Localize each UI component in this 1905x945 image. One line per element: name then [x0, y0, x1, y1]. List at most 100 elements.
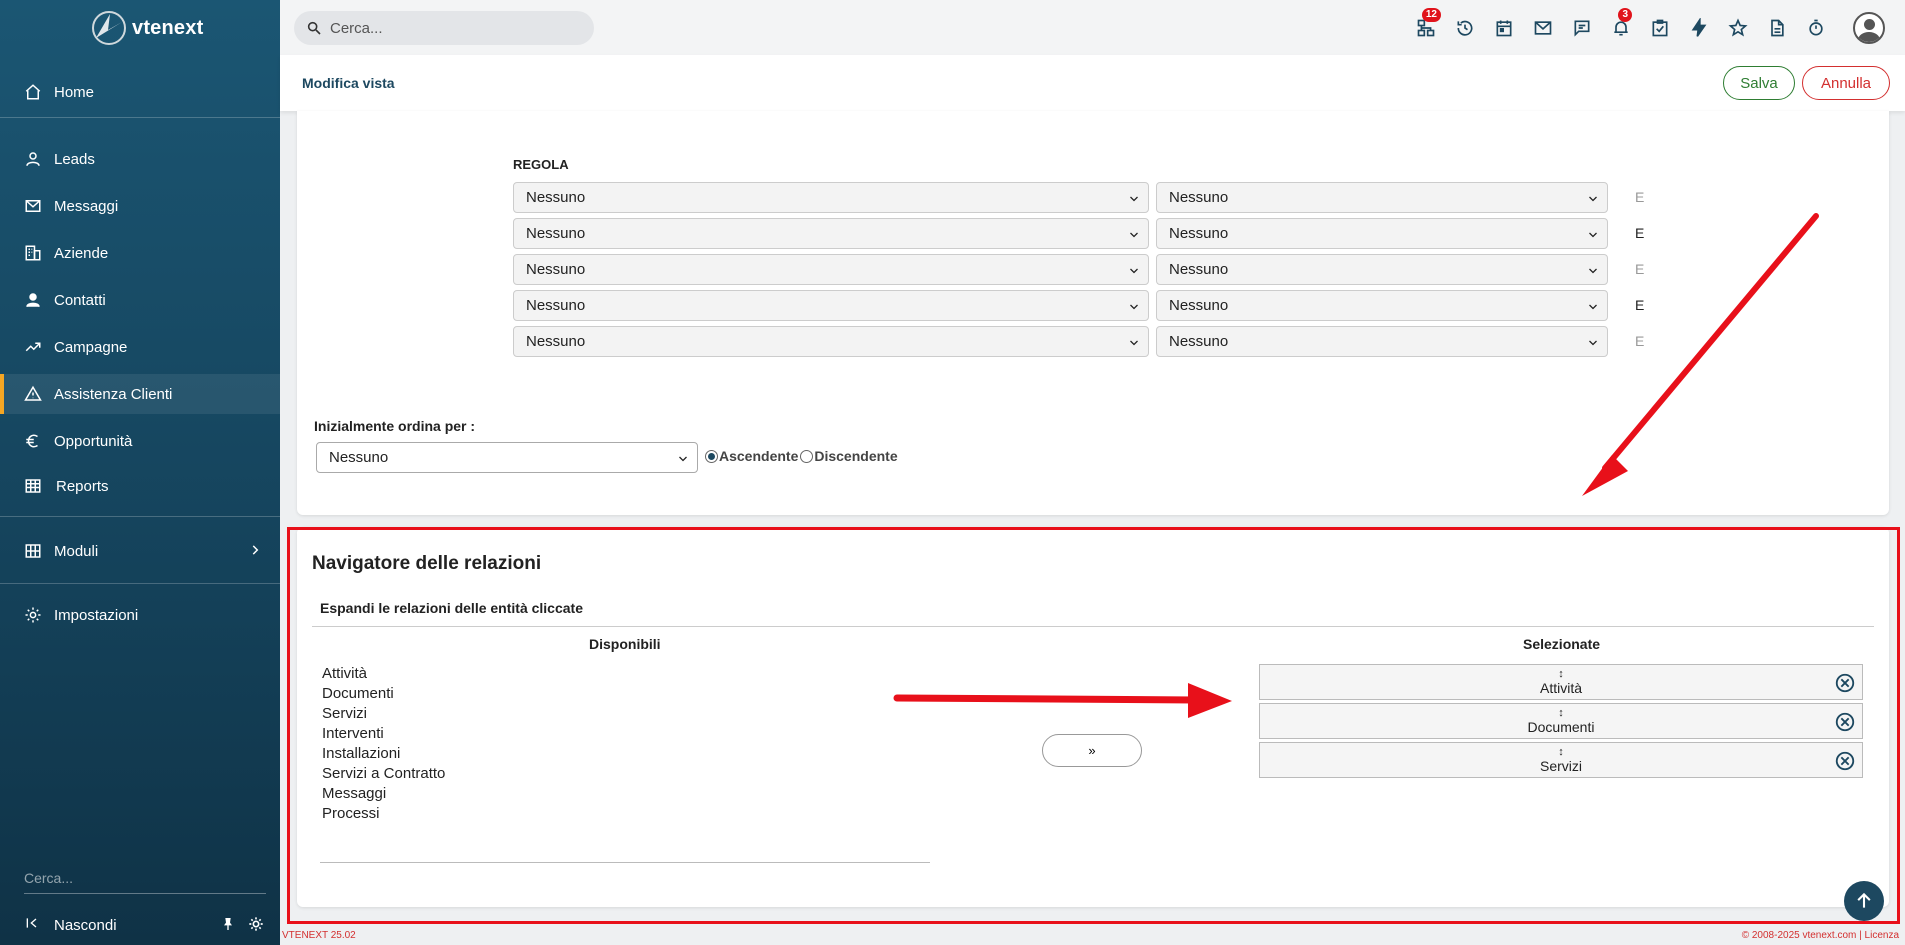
descending-radio[interactable] — [800, 449, 814, 463]
calendar-icon — [1496, 20, 1511, 36]
ascending-radio[interactable] — [705, 449, 718, 463]
rules-heading: REGOLA — [513, 157, 569, 172]
rule-field-select[interactable]: Nessuno — [513, 290, 1149, 321]
sidebar-item-label: Contatti — [54, 291, 106, 309]
quick-actions-button[interactable] — [1679, 0, 1718, 55]
topbar: Cerca... 12 3 — [280, 0, 1905, 55]
sidebar-item-label: Campagne — [54, 338, 128, 356]
rule-field-select[interactable]: Nessuno — [513, 326, 1149, 357]
tasks-button[interactable] — [1640, 0, 1679, 55]
trend-icon — [24, 338, 42, 356]
sidebar: vtenext Home Leads Messaggi Aziende Cont… — [0, 0, 280, 945]
chevron-down-icon — [1128, 300, 1140, 317]
euro-icon — [24, 432, 42, 450]
rule-conjunction[interactable]: E — [1635, 297, 1644, 313]
documents-button[interactable] — [1757, 0, 1796, 55]
contact-icon — [24, 291, 42, 309]
chevron-down-icon — [1128, 264, 1140, 281]
annotation-highlight-box — [287, 527, 1900, 924]
collapse-icon[interactable] — [24, 915, 40, 935]
copyright: © 2008-2025 vtenext.com | Licenza — [1741, 930, 1899, 941]
sidebar-item-aziende[interactable]: Aziende — [0, 233, 280, 273]
chevron-down-icon — [1128, 336, 1140, 353]
rule-conjunction[interactable]: E — [1635, 225, 1644, 241]
ascending-label[interactable]: Ascendente — [719, 448, 798, 464]
calendar-button[interactable] — [1484, 0, 1523, 55]
cancel-button[interactable]: Annulla — [1802, 66, 1890, 100]
rule-conjunction: E — [1635, 189, 1645, 205]
filter-rules-card: REGOLA Nessuno Nessuno E Nessuno Nessuno… — [297, 111, 1889, 515]
sidebar-item-label: Home — [54, 83, 95, 101]
timer-button[interactable] — [1796, 0, 1835, 55]
chevron-down-icon — [1587, 228, 1599, 245]
sidebar-item-label: Assistenza Clienti — [54, 385, 173, 403]
building-icon — [24, 244, 42, 262]
history-button[interactable] — [1445, 0, 1484, 55]
chevron-right-icon — [248, 543, 262, 561]
chevron-down-icon — [1587, 192, 1599, 209]
sidebar-item-campagne[interactable]: Campagne — [0, 327, 280, 367]
sort-field-select[interactable]: Nessuno — [316, 442, 698, 473]
hide-sidebar-button[interactable]: Nascondi — [54, 917, 117, 934]
page-title: Modifica vista — [302, 75, 395, 91]
person-icon — [24, 150, 42, 168]
sidebar-item-label: Impostazioni — [54, 606, 139, 624]
gear-icon — [24, 606, 42, 624]
logo-text: vtenext — [132, 16, 204, 39]
sidebar-item-label: Leads — [54, 150, 95, 168]
logo[interactable]: vtenext — [88, 8, 203, 48]
favorites-button[interactable] — [1718, 0, 1757, 55]
chevron-down-icon — [677, 452, 689, 469]
sidebar-item-label: Messaggi — [54, 197, 119, 215]
sidebar-item-moduli[interactable]: Moduli — [0, 531, 280, 571]
pin-icon[interactable] — [220, 916, 236, 932]
rule-operator-select[interactable]: Nessuno — [1156, 254, 1608, 285]
warning-icon — [24, 385, 42, 403]
sidebar-divider — [0, 583, 280, 584]
sidebar-item-opportunita[interactable]: Opportunità — [0, 421, 280, 461]
star-icon — [1727, 17, 1748, 36]
rule-field-select[interactable]: Nessuno — [513, 254, 1149, 285]
sort-direction: Ascendente Discendente — [705, 448, 898, 464]
sidebar-footer: Nascondi — [24, 910, 274, 940]
sidebar-item-contatti[interactable]: Contatti — [0, 280, 280, 320]
save-button[interactable]: Salva — [1723, 66, 1795, 100]
sidebar-item-reports[interactable]: Reports — [0, 466, 280, 506]
rule-field-select[interactable]: Nessuno — [513, 218, 1149, 249]
sidebar-item-label: Moduli — [54, 542, 99, 560]
chat-button[interactable] — [1562, 0, 1601, 55]
gear-icon[interactable] — [248, 916, 264, 932]
chevron-down-icon — [1128, 228, 1140, 245]
notifications-badge: 3 — [1618, 8, 1632, 22]
page-header: Modifica vista Salva Annulla — [280, 55, 1905, 111]
rule-operator-select[interactable]: Nessuno — [1156, 326, 1608, 357]
rule-field-select[interactable]: Nessuno — [513, 182, 1149, 213]
processes-button[interactable]: 12 — [1406, 0, 1445, 55]
sidebar-item-assistenza-clienti[interactable]: Assistenza Clienti — [0, 374, 280, 414]
notifications-button[interactable]: 3 — [1601, 0, 1640, 55]
search-icon — [307, 21, 321, 35]
chevron-down-icon — [1587, 264, 1599, 281]
sidebar-item-label: Reports — [56, 477, 109, 495]
processes-badge: 12 — [1421, 8, 1441, 22]
descending-label[interactable]: Discendente — [814, 448, 897, 464]
user-avatar[interactable] — [1853, 11, 1885, 44]
search-placeholder: Cerca... — [330, 19, 383, 37]
top-icons: 12 3 — [1406, 0, 1885, 55]
document-icon — [1770, 19, 1784, 36]
sidebar-search-input[interactable]: Cerca... — [24, 864, 266, 894]
rule-operator-select[interactable]: Nessuno — [1156, 218, 1608, 249]
sidebar-item-impostazioni[interactable]: Impostazioni — [0, 595, 280, 635]
sidebar-item-leads[interactable]: Leads — [0, 139, 280, 179]
mail-button[interactable] — [1523, 0, 1562, 55]
chat-icon — [1574, 20, 1589, 37]
task-check-icon — [1652, 19, 1667, 36]
sidebar-divider — [0, 516, 280, 517]
global-search-input[interactable]: Cerca... — [294, 11, 594, 45]
history-icon — [1456, 20, 1472, 36]
rule-operator-select[interactable]: Nessuno — [1156, 290, 1608, 321]
rule-operator-select[interactable]: Nessuno — [1156, 182, 1608, 213]
sidebar-divider — [0, 117, 280, 118]
sidebar-item-messaggi[interactable]: Messaggi — [0, 186, 280, 226]
sidebar-item-home[interactable]: Home — [0, 72, 280, 112]
